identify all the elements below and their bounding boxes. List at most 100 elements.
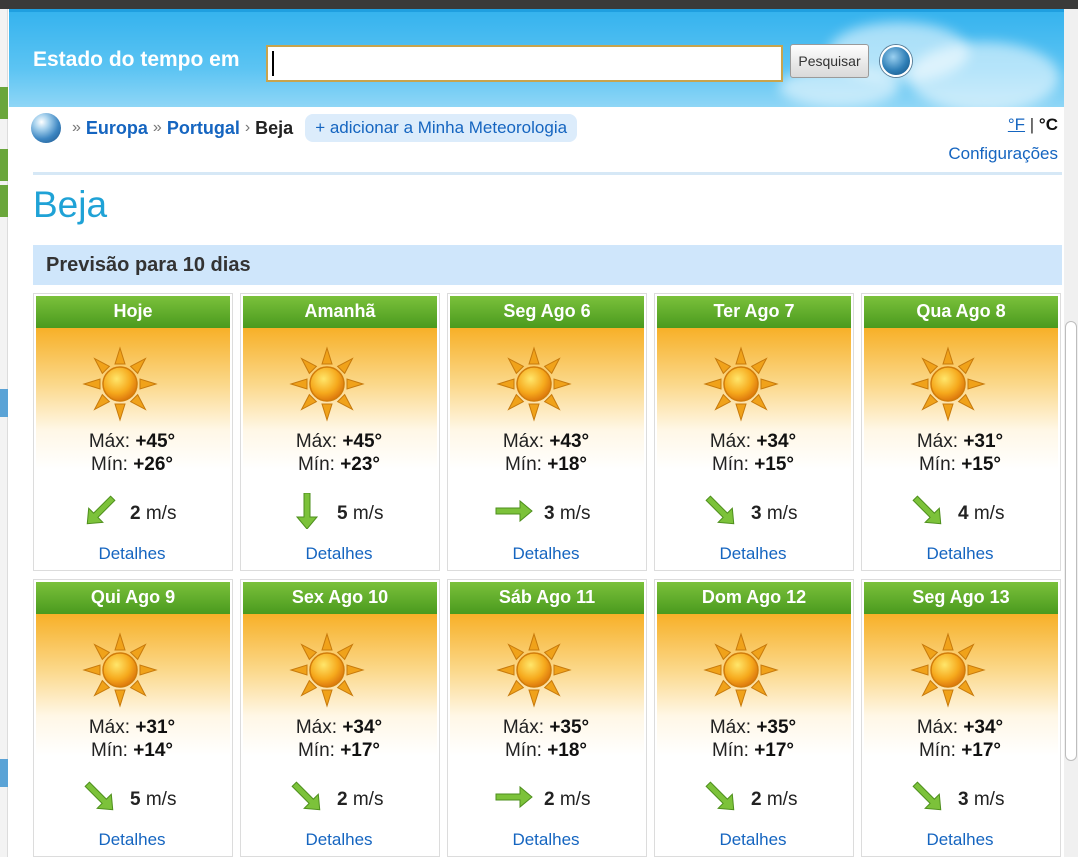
left-side-strip: [0, 9, 8, 857]
wind-info: 2 m/s: [492, 780, 590, 820]
day-label: Sex Ago 10: [243, 582, 437, 614]
temperature-range: Máx: +45° Mín: +26°: [34, 430, 230, 476]
search-header: Estado do tempo em Pesquisar: [9, 9, 1064, 112]
cloud-decoration: [909, 42, 1059, 112]
globe-icon: [31, 113, 61, 143]
chevron-right-icon: »: [152, 119, 162, 136]
temperature-range: Máx: +43° Mín: +18°: [448, 430, 644, 476]
max-label: Máx:: [295, 717, 338, 738]
settings-link[interactable]: Configurações: [948, 144, 1058, 164]
breadcrumb: » Europa » Portugal › Beja + adicionar a…: [31, 113, 578, 143]
wind-arrow-icon: [699, 493, 751, 535]
max-label: Máx:: [295, 431, 338, 452]
wind-unit: m/s: [559, 789, 591, 810]
unit-toggle: °F | °C: [1008, 115, 1058, 135]
forecast-day-card: Qui Ago 9 Máx: +31° Mín: +14° 5 m/s Deta…: [33, 579, 233, 857]
details-link[interactable]: Detalhes: [34, 830, 230, 850]
left-tab: [0, 185, 8, 217]
wind-unit: m/s: [766, 503, 798, 524]
details-link[interactable]: Detalhes: [862, 830, 1058, 850]
page: Estado do tempo em Pesquisar » Europa » …: [9, 9, 1064, 857]
wind-unit: m/s: [559, 503, 591, 524]
left-tab: [0, 149, 8, 181]
sun-icon: [496, 632, 572, 708]
wind-info: 3 m/s: [492, 494, 590, 534]
sun-icon: [703, 346, 779, 422]
details-link[interactable]: Detalhes: [655, 544, 851, 564]
max-label: Máx:: [88, 717, 131, 738]
forecast-day-card: Ter Ago 7 Máx: +34° Mín: +15° 3 m/s Deta…: [654, 293, 854, 571]
wind-speed: 5: [130, 789, 141, 810]
min-temp: +26°: [133, 454, 174, 475]
max-temp: +34°: [342, 717, 383, 738]
temperature-range: Máx: +34° Mín: +17°: [862, 716, 1058, 762]
text-caret: [272, 51, 274, 76]
sun-icon: [289, 632, 365, 708]
min-label: Mín:: [711, 740, 749, 761]
scrollbar[interactable]: [1065, 321, 1077, 761]
wind-arrow-icon: [906, 493, 958, 535]
wind-unit: m/s: [973, 503, 1005, 524]
wind-speed: 5: [337, 503, 348, 524]
details-link[interactable]: Detalhes: [448, 830, 644, 850]
wind-arrow-icon: [285, 492, 337, 535]
min-label: Mín:: [918, 454, 956, 475]
max-label: Máx:: [709, 717, 752, 738]
wind-arrow-icon: [906, 779, 958, 821]
wind-unit: m/s: [766, 789, 798, 810]
min-label: Mín:: [297, 454, 335, 475]
max-temp: +45°: [342, 431, 383, 452]
forecast-section-title: Previsão para 10 dias: [33, 245, 1062, 285]
temperature-range: Máx: +31° Mín: +14°: [34, 716, 230, 762]
details-link[interactable]: Detalhes: [241, 544, 437, 564]
forecast-day-card: Seg Ago 6 Máx: +43° Mín: +18° 3 m/s Deta…: [447, 293, 647, 571]
search-input[interactable]: [266, 45, 783, 82]
details-link[interactable]: Detalhes: [448, 544, 644, 564]
details-link[interactable]: Detalhes: [34, 544, 230, 564]
wind-speed: 3: [958, 789, 969, 810]
divider: [33, 172, 1062, 175]
max-temp: +43°: [549, 431, 590, 452]
sun-icon: [82, 346, 158, 422]
max-label: Máx:: [502, 717, 545, 738]
temperature-range: Máx: +35° Mín: +17°: [655, 716, 851, 762]
wind-unit: m/s: [973, 789, 1005, 810]
right-side-strip: [1064, 9, 1078, 857]
forecast-day-card: Seg Ago 13 Máx: +34° Mín: +17° 3 m/s Det…: [861, 579, 1061, 857]
breadcrumb-current: Beja: [255, 117, 294, 138]
day-label: Seg Ago 6: [450, 296, 644, 328]
details-link[interactable]: Detalhes: [655, 830, 851, 850]
day-label: Hoje: [36, 296, 230, 328]
globe-icon[interactable]: [880, 45, 912, 77]
sun-icon: [910, 632, 986, 708]
breadcrumb-portugal[interactable]: Portugal: [167, 118, 240, 139]
day-label: Dom Ago 12: [657, 582, 851, 614]
wind-speed: 4: [958, 503, 969, 524]
max-label: Máx:: [709, 431, 752, 452]
min-temp: +17°: [340, 740, 381, 761]
search-label: Estado do tempo em: [33, 48, 240, 71]
max-label: Máx:: [916, 431, 959, 452]
fahrenheit-link[interactable]: °F: [1008, 115, 1025, 134]
details-link[interactable]: Detalhes: [241, 830, 437, 850]
min-label: Mín:: [504, 740, 542, 761]
details-link[interactable]: Detalhes: [862, 544, 1058, 564]
day-label: Sáb Ago 11: [450, 582, 644, 614]
wind-info: 5 m/s: [78, 780, 176, 820]
min-label: Mín:: [711, 454, 749, 475]
temperature-range: Máx: +34° Mín: +15°: [655, 430, 851, 476]
forecast-day-card: Qua Ago 8 Máx: +31° Mín: +15° 4 m/s Deta…: [861, 293, 1061, 571]
wind-unit: m/s: [145, 503, 177, 524]
temperature-range: Máx: +45° Mín: +23°: [241, 430, 437, 476]
add-to-my-weather-button[interactable]: + adicionar a Minha Meteorologia: [305, 114, 578, 142]
wind-unit: m/s: [145, 789, 177, 810]
max-temp: +31°: [135, 717, 176, 738]
breadcrumb-europa[interactable]: Europa: [86, 118, 148, 139]
day-label: Qui Ago 9: [36, 582, 230, 614]
max-temp: +34°: [756, 431, 797, 452]
search-button[interactable]: Pesquisar: [790, 44, 869, 78]
sun-icon: [289, 346, 365, 422]
wind-info: 3 m/s: [906, 780, 1004, 820]
min-temp: +15°: [961, 454, 1002, 475]
max-temp: +45°: [135, 431, 176, 452]
